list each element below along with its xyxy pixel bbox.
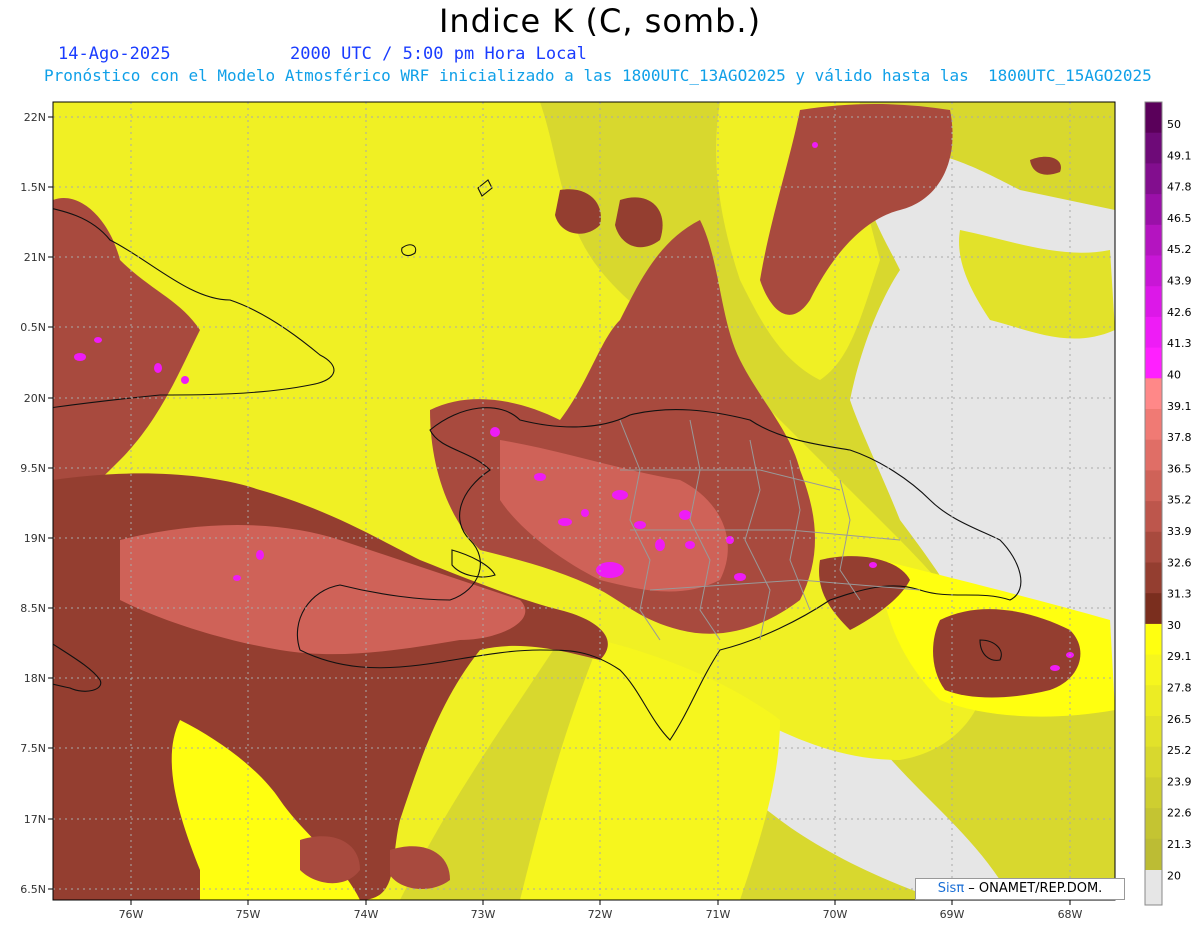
k-index-field (53, 102, 1115, 900)
lat-label: 20N (24, 392, 46, 405)
credit-box: Sisπ – ONAMET/REP.DOM. (915, 878, 1125, 900)
lat-label: 6.5N (20, 883, 46, 896)
colorbar-label: 47.8 (1167, 181, 1192, 194)
colorbar-swatch (1145, 685, 1162, 717)
colorbar-swatch (1145, 838, 1162, 870)
map-figure: 22N 1.5N 21N 0.5N 20N 9.5N 19N 8.5N 18N … (20, 101, 1192, 921)
lon-label: 76W (119, 908, 144, 921)
colorbar-swatch (1145, 531, 1162, 563)
colorbar-label: 22.6 (1167, 807, 1192, 820)
colorbar-label: 25.2 (1167, 744, 1192, 757)
colorbar-swatch (1145, 470, 1162, 502)
colorbar-swatch (1145, 163, 1162, 195)
colorbar-swatch (1145, 593, 1162, 625)
colorbar-label: 49.1 (1167, 149, 1192, 162)
colorbar-label: 23.9 (1167, 775, 1192, 788)
lat-label: 18N (24, 672, 46, 685)
colorbar-swatch (1145, 347, 1162, 379)
lat-label: 19N (24, 532, 46, 545)
colorbar-label: 45.2 (1167, 243, 1192, 256)
colorbar-swatch (1145, 654, 1162, 686)
colorbar-label: 33.9 (1167, 525, 1192, 538)
lon-label: 70W (823, 908, 848, 921)
colorbar-label: 46.5 (1167, 212, 1192, 225)
colorbar-label: 27.8 (1167, 682, 1192, 695)
colorbar-label: 32.6 (1167, 556, 1192, 569)
lon-label: 71W (706, 908, 731, 921)
colorbar: 50 49.1 47.8 46.5 45.2 43.9 42.6 41.3 40 39.1 37.8… (1144, 101, 1192, 906)
lat-label: 21N (24, 251, 46, 264)
lat-label: 8.5N (20, 602, 46, 615)
colorbar-swatch (1145, 623, 1162, 656)
colorbar-label: 50 (1167, 118, 1181, 131)
colorbar-land-swatch (1145, 870, 1162, 905)
colorbar-swatch (1145, 716, 1162, 748)
colorbar-swatch (1145, 808, 1162, 840)
lat-label: 0.5N (20, 321, 46, 334)
colorbar-swatch (1145, 286, 1162, 318)
lon-label: 73W (471, 908, 496, 921)
colorbar-label: 40 (1167, 368, 1181, 381)
colorbar-swatch (1145, 224, 1162, 256)
colorbar-swatch (1145, 132, 1162, 164)
colorbar-swatch (1145, 409, 1162, 441)
colorbar-swatch (1145, 255, 1162, 287)
colorbar-label: 31.3 (1167, 588, 1192, 601)
colorbar-label: 36.5 (1167, 462, 1192, 475)
lon-label: 68W (1058, 908, 1083, 921)
colorbar-swatch (1145, 746, 1162, 778)
credit-text: – ONAMET/REP.DOM. (964, 881, 1103, 896)
colorbar-swatch (1145, 777, 1162, 809)
lat-label: 1.5N (20, 181, 46, 194)
colorbar-label: 30 (1167, 619, 1181, 632)
colorbar-label: 43.9 (1167, 275, 1192, 288)
colorbar-swatch (1145, 562, 1162, 594)
colorbar-swatch (1145, 316, 1162, 349)
lon-label: 74W (354, 908, 379, 921)
lon-label: 72W (588, 908, 613, 921)
colorbar-label: 21.3 (1167, 838, 1192, 851)
colorbar-swatch (1145, 378, 1162, 410)
colorbar-label: 37.8 (1167, 431, 1192, 444)
lon-label: 75W (236, 908, 261, 921)
colorbar-label: 29.1 (1167, 650, 1192, 663)
lat-label: 9.5N (20, 462, 46, 475)
colorbar-label: 20 (1167, 869, 1181, 882)
lat-label: 7.5N (20, 742, 46, 755)
lat-label: 22N (24, 111, 46, 124)
lat-label: 17N (24, 813, 46, 826)
colorbar-swatch (1145, 501, 1162, 533)
colorbar-label: 26.5 (1167, 713, 1192, 726)
colorbar-swatch (1145, 439, 1162, 471)
colorbar-label: 35.2 (1167, 494, 1192, 507)
colorbar-label: 41.3 (1167, 337, 1192, 350)
sisp-logo-text: Sisπ (937, 881, 965, 896)
colorbar-swatch (1145, 102, 1162, 134)
lon-label: 69W (940, 908, 965, 921)
colorbar-label: 39.1 (1167, 400, 1192, 413)
colorbar-swatch (1145, 194, 1162, 226)
colorbar-label: 42.6 (1167, 306, 1192, 319)
